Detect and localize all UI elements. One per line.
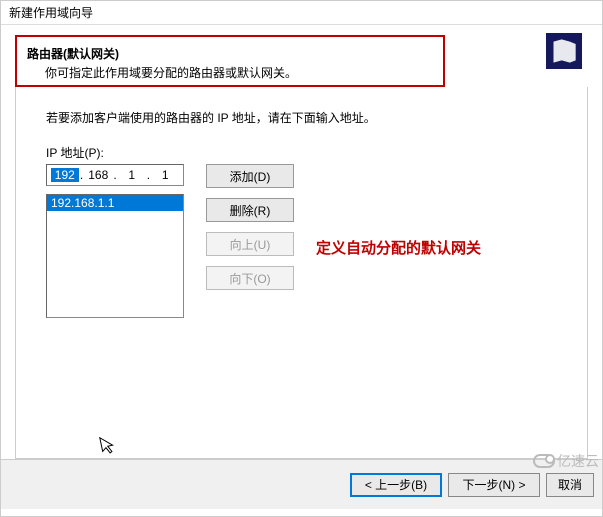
watermark: 亿速云 bbox=[533, 451, 599, 471]
next-button[interactable]: 下一步(N) > bbox=[448, 473, 540, 497]
header-box: 路由器(默认网关) 你可指定此作用域要分配的路由器或默认网关。 bbox=[15, 35, 445, 87]
ip-listbox[interactable]: 192.168.1.1 bbox=[46, 194, 184, 318]
ip-octet-4[interactable]: 1 bbox=[151, 168, 179, 182]
back-button[interactable]: < 上一步(B) bbox=[350, 473, 442, 497]
header-title: 路由器(默认网关) bbox=[27, 45, 433, 62]
instruction-text: 若要添加客户端使用的路由器的 IP 地址，请在下面输入地址。 bbox=[46, 109, 563, 126]
pages-icon bbox=[550, 37, 578, 65]
ip-octet-2[interactable]: 168 bbox=[84, 168, 112, 182]
content-area: 路由器(默认网关) 你可指定此作用域要分配的路由器或默认网关。 若要添加客户端使… bbox=[1, 35, 602, 459]
move-up-button[interactable]: 向上(U) bbox=[206, 232, 294, 256]
wizard-body: 若要添加客户端使用的路由器的 IP 地址，请在下面输入地址。 IP 地址(P):… bbox=[15, 87, 588, 459]
router-wizard-icon bbox=[546, 33, 582, 69]
move-down-button[interactable]: 向下(O) bbox=[206, 266, 294, 290]
ip-octet-1[interactable]: 192 bbox=[51, 168, 79, 182]
list-item[interactable]: 192.168.1.1 bbox=[47, 195, 183, 211]
wizard-window: 新建作用域向导 路由器(默认网关) 你可指定此作用域要分配的路由器或默认网关。 … bbox=[0, 0, 603, 517]
ip-address-input[interactable]: 192 . 168 . 1 . 1 bbox=[46, 164, 184, 186]
window-title: 新建作用域向导 bbox=[9, 6, 93, 20]
cancel-button[interactable]: 取消 bbox=[546, 473, 594, 497]
remove-button[interactable]: 删除(R) bbox=[206, 198, 294, 222]
add-button[interactable]: 添加(D) bbox=[206, 164, 294, 188]
cursor-icon bbox=[99, 434, 120, 462]
watermark-text: 亿速云 bbox=[557, 451, 599, 471]
annotation-text: 定义自动分配的默认网关 bbox=[316, 237, 481, 258]
ip-label: IP 地址(P): bbox=[46, 144, 563, 161]
header-subtitle: 你可指定此作用域要分配的路由器或默认网关。 bbox=[27, 64, 433, 81]
title-bar: 新建作用域向导 bbox=[1, 1, 602, 25]
button-stack: 添加(D) 删除(R) 向上(U) 向下(O) bbox=[206, 164, 294, 290]
ip-octet-3[interactable]: 1 bbox=[118, 168, 146, 182]
cloud-icon bbox=[533, 454, 555, 468]
wizard-footer: < 上一步(B) 下一步(N) > 取消 bbox=[1, 459, 602, 509]
